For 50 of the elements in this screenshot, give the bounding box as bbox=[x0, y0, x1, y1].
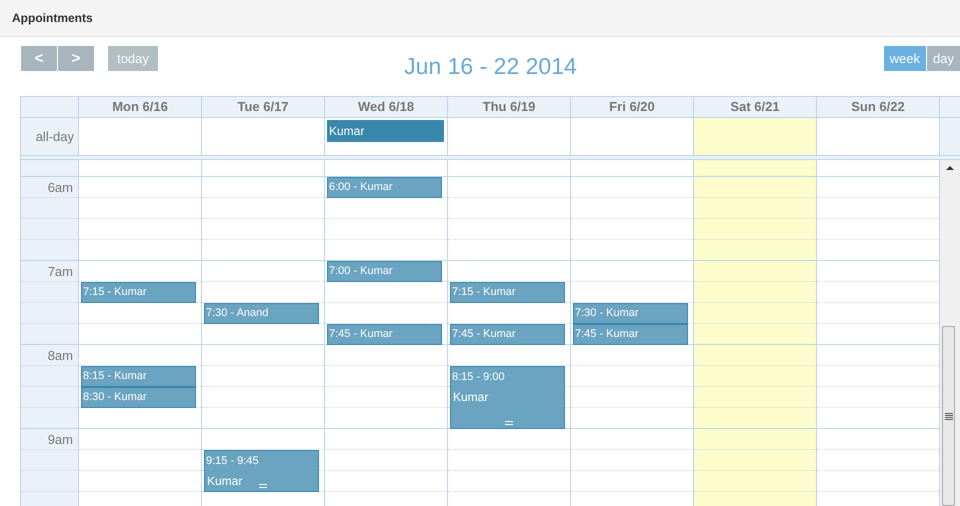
day-column[interactable]: 7:30 - Anand 9:15 - 9:45 Kumar bbox=[202, 160, 325, 506]
scroll-up-icon[interactable] bbox=[946, 165, 954, 170]
all-day-event[interactable]: Kumar bbox=[327, 120, 444, 142]
next-button[interactable]: > bbox=[58, 46, 94, 71]
panel-title: Appointments bbox=[12, 11, 93, 25]
previous-button[interactable]: < bbox=[21, 46, 57, 71]
resize-handle-icon[interactable] bbox=[505, 421, 513, 425]
day-column[interactable]: 7:15 - Kumar 7:45 - Kumar 8:15 - 9:00 Kumar bbox=[448, 160, 571, 506]
event[interactable]: 7:45 - Kumar bbox=[450, 324, 565, 345]
day-column[interactable]: 6:00 - Kumar 7:00 - Kumar 7:45 - Kumar bbox=[325, 160, 448, 506]
day-header: Mon 6/16 bbox=[79, 97, 202, 118]
day-column[interactable]: 7:15 - Kumar 8:15 - Kumar 8:30 - Kumar bbox=[79, 160, 202, 506]
event[interactable]: 8:15 - Kumar bbox=[81, 366, 196, 387]
event[interactable]: 7:00 - Kumar bbox=[327, 261, 442, 282]
grip-icon bbox=[944, 412, 952, 420]
event[interactable]: 7:45 - Kumar bbox=[573, 324, 688, 345]
day-header: Sun 6/22 bbox=[817, 97, 940, 118]
hour-label: 7am bbox=[46, 263, 74, 281]
event[interactable]: 7:30 - Anand bbox=[204, 303, 319, 324]
hour-label: 8am bbox=[46, 347, 74, 365]
day-header: Tue 6/17 bbox=[202, 97, 325, 118]
day-header: Thu 6/19 bbox=[448, 97, 571, 118]
view-tab[interactable]: week bbox=[884, 46, 926, 71]
hour-label: 9am bbox=[46, 431, 74, 449]
all-day-cell[interactable] bbox=[694, 118, 817, 156]
event-title: Kumar bbox=[206, 473, 242, 490]
resize-handle-icon[interactable] bbox=[259, 484, 267, 488]
day-header: Wed 6/18 bbox=[325, 97, 448, 118]
event[interactable]: 7:15 - Kumar bbox=[450, 282, 565, 303]
hour-label: 6am bbox=[46, 179, 74, 197]
day-header: Sat 6/21 bbox=[694, 97, 817, 118]
scrollbar[interactable] bbox=[940, 160, 960, 506]
event[interactable]: 6:00 - Kumar bbox=[327, 177, 442, 198]
view-tab[interactable]: day bbox=[927, 46, 960, 71]
event[interactable]: 7:15 - Kumar bbox=[81, 282, 196, 303]
all-day-cell[interactable]: Kumar bbox=[325, 118, 448, 156]
event-title: Kumar bbox=[452, 389, 488, 406]
all-day-label: all-day bbox=[21, 118, 79, 156]
day-column[interactable] bbox=[694, 160, 817, 506]
event-block[interactable]: 9:15 - 9:45 Kumar bbox=[204, 450, 319, 492]
day-header: Fri 6/20 bbox=[571, 97, 694, 118]
event-time: 8:15 - 9:00 bbox=[452, 370, 505, 385]
date-range-title: Jun 16 - 22 2014 bbox=[404, 53, 577, 80]
event-time: 9:15 - 9:45 bbox=[206, 454, 259, 469]
day-column[interactable]: 7:30 - Kumar 7:45 - Kumar bbox=[571, 160, 694, 506]
scroll-thumb[interactable] bbox=[942, 326, 955, 506]
event[interactable]: 7:45 - Kumar bbox=[327, 324, 442, 345]
event-block[interactable]: 8:15 - 9:00 Kumar bbox=[450, 366, 565, 429]
event[interactable]: 8:30 - Kumar bbox=[81, 387, 196, 408]
event[interactable]: 7:30 - Kumar bbox=[573, 303, 688, 324]
